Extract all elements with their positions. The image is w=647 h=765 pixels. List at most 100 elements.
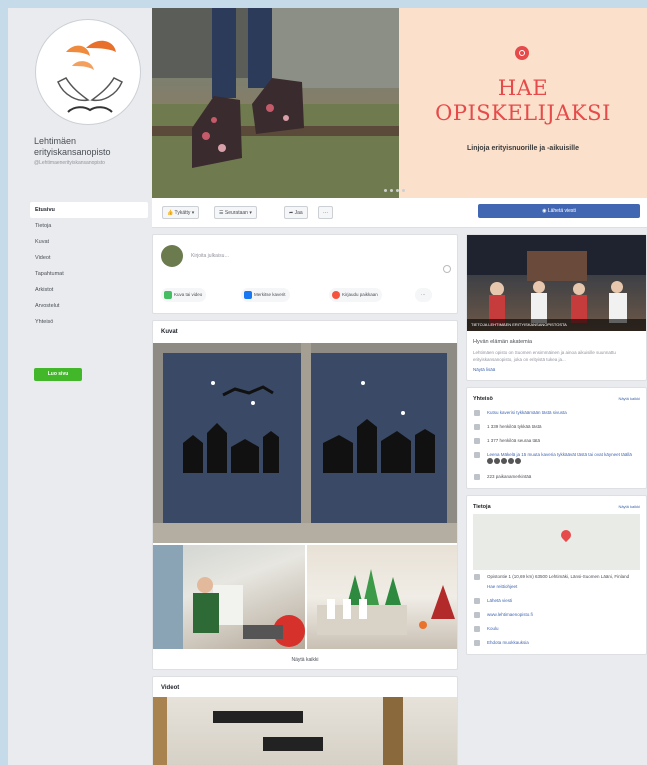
carousel-dots[interactable] xyxy=(384,188,408,194)
send-message-button[interactable]: ◉ Lähetä viesti xyxy=(478,204,640,218)
website-row[interactable]: www.lehtimaenopisto.fi xyxy=(467,608,646,622)
invite-friends-row[interactable]: Kutsu kaverisi tykkäämään tästä sivusta xyxy=(467,406,646,420)
tag-icon xyxy=(244,291,252,299)
page-action-bar: 👍 Tykätty ▾ ☰ Seurataan ▾ ➦ Jaa ··· ◉ Lä… xyxy=(152,198,647,228)
avatar[interactable] xyxy=(515,458,521,464)
photos-title: Kuvat xyxy=(161,329,178,335)
profile-picture[interactable] xyxy=(36,20,140,124)
video-thumbnail-illustration xyxy=(153,697,403,765)
follow-button[interactable]: ☰ Seurataan ▾ xyxy=(214,206,257,219)
share-button[interactable]: ➦ Jaa xyxy=(284,206,308,219)
banner-title: HAE OPISKELIJAKSI xyxy=(399,76,647,126)
sidebar-item-videos[interactable]: Videot xyxy=(30,250,148,266)
check-in-chip[interactable]: Kirjaudu paikkaan xyxy=(329,288,382,302)
logo-icon xyxy=(57,40,123,113)
info-card: Tietoja Näytä kaikki Opistontie 1 (10,69… xyxy=(466,495,647,655)
message-row[interactable]: Lähetä viesti xyxy=(467,594,646,608)
followers-row: 1 377 henkilöä seuraa tätä xyxy=(467,434,646,448)
message-link[interactable]: Lähetä viesti xyxy=(487,598,512,603)
photo-christmas-trees[interactable] xyxy=(307,545,457,649)
sidebar-item-about[interactable]: Tietoja xyxy=(30,218,148,234)
directions-link[interactable]: Hae reittiohjeet xyxy=(487,584,517,589)
photo-video-chip[interactable]: Kuva tai video xyxy=(161,288,207,302)
carousel-dot[interactable] xyxy=(384,189,387,192)
composer-input[interactable]: Kirjoita julkaisu… xyxy=(191,253,229,259)
more-button[interactable]: ··· xyxy=(318,206,333,219)
banner-subtitle: Linjoja erityisnuorille ja -aikuisille xyxy=(466,145,580,152)
address-row: Opistontie 1 (10,69 km) 63500 Lehtimäki,… xyxy=(467,570,646,584)
community-see-all-link[interactable]: Näytä kaikki xyxy=(618,396,640,402)
share-label: Jaa xyxy=(294,210,303,216)
photo-icon xyxy=(164,291,172,299)
suggest-edits-row[interactable]: Ehdota muokkauksia xyxy=(467,636,646,650)
category-icon xyxy=(474,626,480,632)
photo-window-silhouettes[interactable] xyxy=(153,343,457,543)
cover-photo[interactable] xyxy=(152,8,399,198)
sidebar-item-home[interactable]: Etusivu xyxy=(30,202,148,218)
tag-friends-chip[interactable]: Merkitse kaverit xyxy=(241,288,290,302)
follow-icon xyxy=(474,438,480,444)
post-composer[interactable]: Kirjoita julkaisu… Kuva tai video Merkit… xyxy=(152,234,458,314)
invite-friends-text: Kutsu kaverisi tykkäämään tästä sivusta xyxy=(487,410,567,415)
carousel-dot[interactable] xyxy=(396,189,399,192)
avatar[interactable] xyxy=(508,458,514,464)
followers-text: 1 377 henkilöä seuraa tätä xyxy=(487,438,541,443)
like-icon xyxy=(474,424,480,430)
video-thumbnail[interactable] xyxy=(153,697,457,765)
cover[interactable]: HAE OPISKELIJAKSI Linjoja erityisnuorill… xyxy=(152,8,647,198)
avatar[interactable] xyxy=(494,458,500,464)
community-card: Yhteisö Näytä kaikki Kutsu kaverisi tykk… xyxy=(466,387,647,489)
emoji-icon[interactable] xyxy=(443,265,451,273)
photo-christmas-illustration xyxy=(317,569,455,635)
avatar[interactable] xyxy=(487,458,493,464)
location-icon xyxy=(515,46,529,60)
event-image-illustration xyxy=(467,235,646,325)
checkin-icon xyxy=(474,474,480,480)
thumbs-up-icon: 👍 xyxy=(167,210,174,216)
cover-banner: HAE OPISKELIJAKSI Linjoja erityisnuorill… xyxy=(399,8,647,198)
sidebar-item-reviews[interactable]: Arvostelut xyxy=(30,298,148,314)
checkins-text: 223 paikanamerkintää xyxy=(487,474,532,479)
sidebar-item-photos[interactable]: Kuvat xyxy=(30,234,148,250)
like-button[interactable]: 👍 Tykätty ▾ xyxy=(162,206,200,219)
photo-classroom-illustration xyxy=(153,545,305,649)
rss-icon: ☰ xyxy=(219,210,224,216)
like-label: Tykätty ▾ xyxy=(174,210,195,216)
carousel-dot[interactable] xyxy=(390,189,393,192)
sidebar-item-events[interactable]: Tapahtumat xyxy=(30,266,148,282)
category-row[interactable]: Koulu xyxy=(467,622,646,636)
left-column: Lehtimäen erityiskansanopisto @Lehtimaen… xyxy=(8,8,148,765)
about-card: TIETOJA LEHTIMÄEN ERITYISKANSANOPISTOSTA… xyxy=(466,234,647,381)
about-more-link[interactable]: Näytä lisää xyxy=(467,363,646,380)
messenger-icon xyxy=(474,598,480,604)
website-link[interactable]: www.lehtimaenopisto.fi xyxy=(487,612,533,617)
event-image[interactable]: TIETOJA LEHTIMÄEN ERITYISKANSANOPISTOSTA xyxy=(467,235,646,331)
map-pin-icon xyxy=(558,527,574,543)
friends-like-row[interactable]: Leena Mäkelä ja 15 muuta kaveria tykkääv… xyxy=(467,448,646,470)
send-message-label: Lähetä viesti xyxy=(547,208,576,214)
messenger-icon: ◉ xyxy=(542,208,547,214)
avatar xyxy=(161,245,183,267)
create-page-button[interactable]: Luo sivu xyxy=(34,368,82,381)
about-text: Lehtimäen opisto on Suomen ensimmäinen j… xyxy=(473,350,616,362)
suggest-edits-link[interactable]: Ehdota muokkauksia xyxy=(487,640,529,645)
more-options-chip[interactable]: ··· xyxy=(415,288,432,302)
carousel-dot[interactable] xyxy=(402,189,405,192)
share-icon: ➦ xyxy=(289,210,294,216)
photo-video-label: Kuva tai video xyxy=(174,292,203,297)
sidebar-item-archives[interactable]: Arkistot xyxy=(30,282,148,298)
directions-row[interactable]: Hae reittiohjeet xyxy=(467,584,646,594)
category-link[interactable]: Koulu xyxy=(487,626,499,631)
likes-text: 1 339 henkilöä tykkää tästä xyxy=(487,424,542,429)
photo-classroom[interactable] xyxy=(153,545,305,649)
location-icon xyxy=(474,574,480,580)
location-map[interactable] xyxy=(473,514,640,570)
photos-section: Kuvat Näytä kaikki xyxy=(152,320,458,670)
info-see-all-link[interactable]: Näytä kaikki xyxy=(618,504,640,510)
avatar[interactable] xyxy=(501,458,507,464)
info-title: Tietoja xyxy=(473,504,491,510)
photos-see-all-link[interactable]: Näytä kaikki xyxy=(153,657,457,663)
event-caption: TIETOJA LEHTIMÄEN ERITYISKANSANOPISTOSTA xyxy=(467,319,646,331)
sidebar-item-community[interactable]: Yhteisö xyxy=(30,314,148,330)
community-header: Yhteisö Näytä kaikki xyxy=(467,388,646,406)
